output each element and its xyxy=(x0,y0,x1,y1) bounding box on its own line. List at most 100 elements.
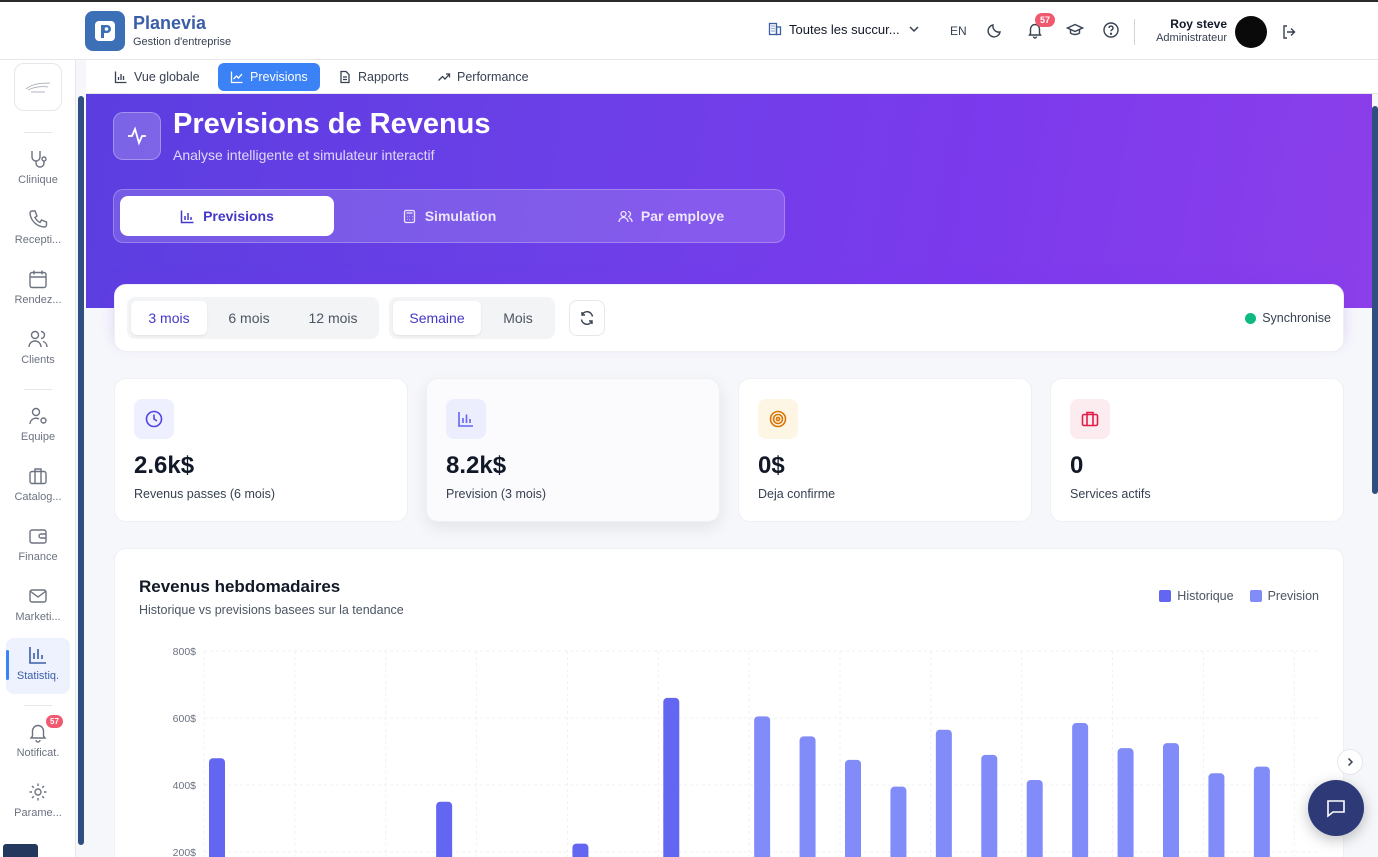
bar-prevision[interactable] xyxy=(1026,779,1043,857)
page-title: Previsions de Revenus xyxy=(173,108,491,140)
stat-card-deja-confirme: 0$ Deja confirme xyxy=(738,378,1032,522)
tab-par-employe[interactable]: Par employe xyxy=(564,196,778,236)
chevron-down-icon xyxy=(909,26,919,33)
chevron-right-icon xyxy=(1347,757,1354,767)
sidebar: Clinique Recepti... Rendez... Clients Eq… xyxy=(0,60,76,857)
header-divider xyxy=(1134,19,1135,45)
stat-value: 2.6k$ xyxy=(134,452,195,479)
tab-performance[interactable]: Performance xyxy=(425,63,541,91)
bar-prevision[interactable] xyxy=(1253,766,1270,857)
bar-prevision[interactable] xyxy=(1163,743,1179,857)
horizon-3-mois[interactable]: 3 mois xyxy=(131,301,207,335)
revenue-chart-card: 800$ 600$ 400$ 200$ Revenus hebdomadaires H… xyxy=(114,548,1344,857)
bar-prevision[interactable] xyxy=(754,716,771,857)
y-tick-label: 400$ xyxy=(173,780,197,792)
refresh-button[interactable] xyxy=(569,300,605,336)
target-icon xyxy=(758,399,798,439)
legend-item-prevision[interactable]: Prevision xyxy=(1249,589,1319,603)
sidebar-item-label: Statistiq. xyxy=(16,670,60,682)
sidebar-item-label: Rendez... xyxy=(14,294,62,306)
sidebar-item-marketing[interactable]: Marketi... xyxy=(6,579,70,633)
sidebar-item-catalogue[interactable]: Catalog... xyxy=(6,459,70,513)
sidebar-item-finance[interactable]: Finance xyxy=(6,519,70,573)
bar-prevision[interactable] xyxy=(1072,723,1089,857)
graduation-cap-icon[interactable] xyxy=(1065,21,1086,41)
legend-item-historique[interactable]: Historique xyxy=(1159,589,1234,603)
bar-prevision[interactable] xyxy=(935,729,952,857)
bar-historique[interactable] xyxy=(436,801,453,857)
granularity-semaine[interactable]: Semaine xyxy=(393,301,481,335)
hero-banner: Previsions de Revenus Analyse intelligen… xyxy=(86,94,1372,308)
stat-label: Prevision (3 mois) xyxy=(446,487,547,501)
dark-mode-icon[interactable] xyxy=(986,21,1006,41)
branch-select[interactable]: Toutes les succur... xyxy=(767,21,922,37)
help-icon[interactable] xyxy=(1102,21,1122,41)
stat-value: 8.2k$ xyxy=(446,452,507,479)
bar-prevision[interactable] xyxy=(845,759,861,857)
sidebar-divider xyxy=(24,132,52,133)
horizon-12-mois[interactable]: 12 mois xyxy=(291,301,375,335)
bar-prevision[interactable] xyxy=(799,736,816,857)
bar-prevision[interactable] xyxy=(1117,748,1134,857)
bar-historique[interactable] xyxy=(209,758,225,857)
sidebar-item-label: Parame... xyxy=(14,807,62,819)
brand[interactable]: Planevia Gestion d'entreprise xyxy=(85,11,231,51)
sidebar-item-label: Catalog... xyxy=(14,491,62,503)
wallet-icon xyxy=(27,525,49,547)
legend-swatch xyxy=(1249,590,1262,602)
tab-simulation[interactable]: Simulation xyxy=(342,196,556,236)
scroll-right-button[interactable] xyxy=(1337,749,1363,775)
brand-subtitle: Gestion d'entreprise xyxy=(133,36,232,48)
language-toggle[interactable]: EN xyxy=(950,24,967,38)
bar-historique[interactable] xyxy=(572,843,589,857)
tab-rapports[interactable]: Rapports xyxy=(326,63,421,91)
users-icon xyxy=(618,210,633,222)
user-name: Roy steve xyxy=(1170,17,1227,31)
granularity-mois[interactable]: Mois xyxy=(485,301,551,335)
stat-label: Revenus passes (6 mois) xyxy=(134,487,276,501)
stethoscope-icon xyxy=(27,148,49,170)
stat-value: 0 xyxy=(1070,452,1084,479)
sidebar-item-clinique[interactable]: Clinique xyxy=(6,142,70,196)
tab-vue-globale[interactable]: Vue globale xyxy=(102,63,212,91)
notification-badge: 57 xyxy=(46,715,63,728)
bar-prevision[interactable] xyxy=(981,754,998,857)
bar-prevision[interactable] xyxy=(890,786,907,857)
sidebar-item-equipe[interactable]: Equipe xyxy=(6,399,70,453)
tab-previsions[interactable]: Previsions xyxy=(218,63,320,91)
phone-icon xyxy=(27,208,49,230)
user-cog-icon xyxy=(27,405,49,427)
avatar[interactable] xyxy=(1235,16,1267,48)
logout-icon[interactable] xyxy=(1280,23,1300,43)
tab-label: Simulation xyxy=(424,208,497,224)
bar-historique[interactable] xyxy=(663,697,680,857)
sidebar-footer xyxy=(3,844,38,857)
sidebar-item-parametres[interactable]: Parame... xyxy=(6,775,70,829)
line-chart-icon xyxy=(230,71,243,84)
sidebar-item-notifications[interactable]: 57 Notificat. xyxy=(6,715,70,769)
scrollbar[interactable] xyxy=(78,96,84,845)
chart-title: Revenus hebdomadaires xyxy=(139,577,341,596)
bar-chart-icon xyxy=(180,210,194,223)
sidebar-item-rendezvous[interactable]: Rendez... xyxy=(6,262,70,316)
stat-label: Deja confirme xyxy=(758,487,836,501)
horizon-6-mois[interactable]: 6 mois xyxy=(211,301,287,335)
activity-icon xyxy=(113,112,161,160)
sidebar-item-label: Equipe xyxy=(20,431,56,443)
sidebar-item-label: Clients xyxy=(21,354,55,366)
company-logo[interactable] xyxy=(14,63,62,111)
chat-button[interactable] xyxy=(1308,780,1364,836)
stat-card-revenus-passes: 2.6k$ Revenus passes (6 mois) xyxy=(114,378,408,522)
sidebar-divider xyxy=(24,389,52,390)
briefcase-icon xyxy=(27,465,49,487)
scrollbar[interactable] xyxy=(1372,106,1378,494)
sidebar-item-statistiques[interactable]: Statistiq. xyxy=(6,638,70,694)
tab-previsions[interactable]: Previsions xyxy=(120,196,334,236)
bar-prevision[interactable] xyxy=(1208,773,1225,857)
sidebar-item-clients[interactable]: Clients xyxy=(6,322,70,376)
status-dot xyxy=(1245,312,1257,324)
user-info[interactable]: Roy steve Administrateur xyxy=(1140,17,1227,44)
bar-chart-icon xyxy=(114,71,127,84)
sidebar-item-reception[interactable]: Recepti... xyxy=(6,202,70,256)
chat-icon xyxy=(1327,800,1345,818)
